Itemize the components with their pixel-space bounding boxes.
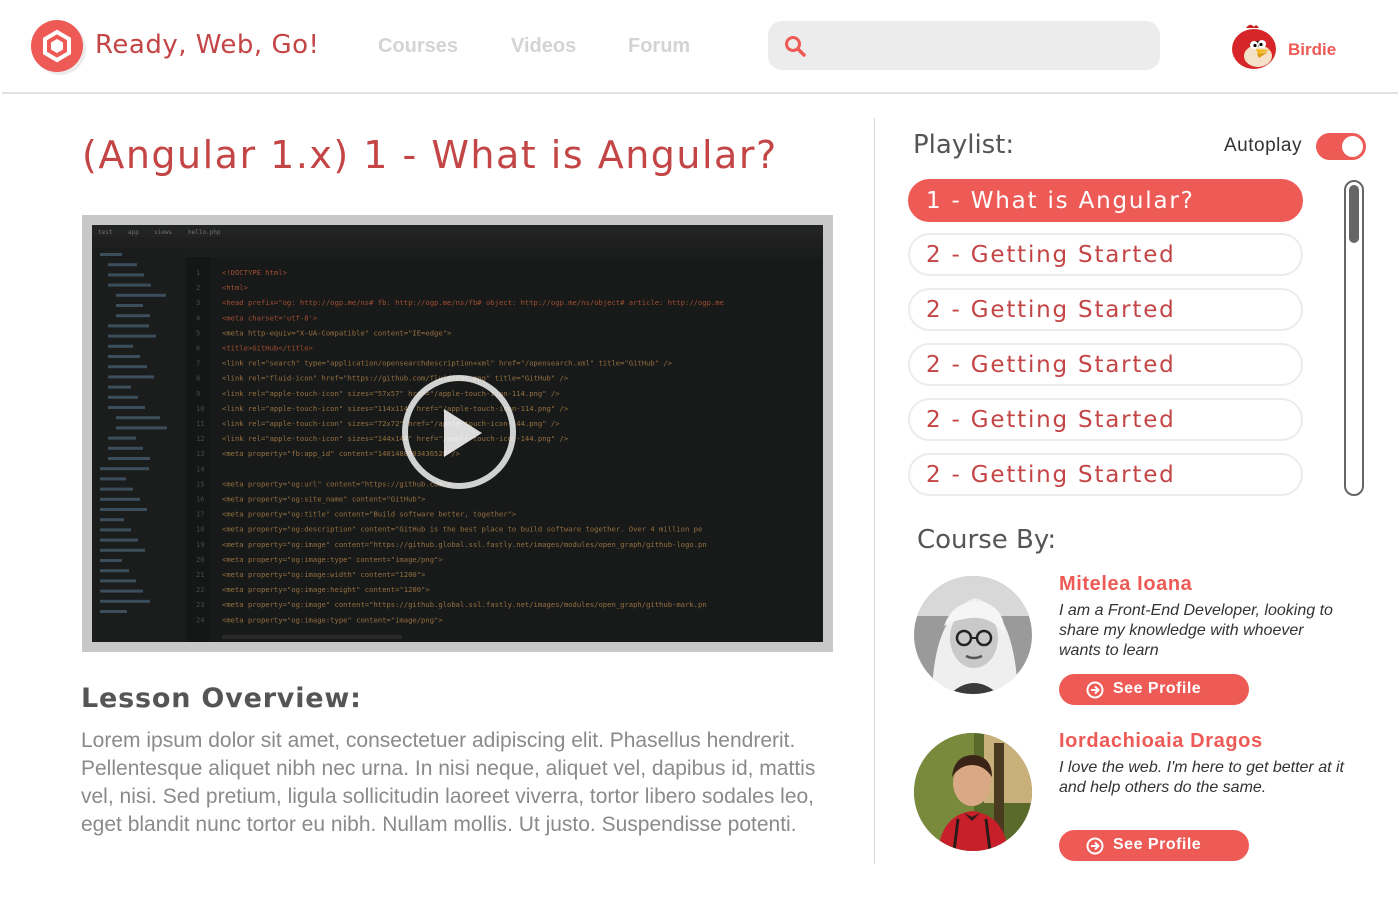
playlist-item[interactable]: 2 - Getting Started [908,453,1303,496]
author-name[interactable]: Mitelea Ioana [1059,573,1192,596]
author-name[interactable]: Iordachioaia Dragos [1059,730,1263,753]
playlist-item-label: 2 - Getting Started [926,242,1176,268]
see-profile-label: See Profile [1113,836,1202,853]
playlist-item[interactable]: 2 - Getting Started [908,343,1303,386]
playlist-item-label: 2 - Getting Started [926,297,1176,323]
playlist-item[interactable]: 2 - Getting Started [908,288,1303,331]
top-header: Ready, Web, Go! Courses Videos Forum Bir… [0,0,1400,94]
brand-name[interactable]: Ready, Web, Go! [95,30,319,60]
nav-courses[interactable]: Courses [378,35,458,58]
see-profile-button[interactable]: See Profile [1059,674,1249,705]
course-by-heading: Course By: [917,525,1057,555]
playlist-item-label: 2 - Getting Started [926,462,1176,488]
search-icon [785,36,806,57]
nav-videos[interactable]: Videos [511,35,576,58]
search-bar[interactable] [768,21,1160,70]
nav-forum[interactable]: Forum [628,35,690,58]
author-bio: I love the web. I'm here to get better a… [1059,759,1344,796]
username[interactable]: Birdie [1288,40,1336,60]
logo-icon[interactable] [31,20,83,72]
lesson-title: (Angular 1.x) 1 - What is Angular? [82,133,778,177]
playlist-item[interactable]: 2 - Getting Started [908,398,1303,441]
playlist-item-label: 1 - What is Angular? [926,188,1195,214]
author-photo[interactable] [914,733,1032,851]
toggle-knob [1342,136,1363,157]
arrow-circle-right-icon [1086,837,1104,855]
playlist-item[interactable]: 2 - Getting Started [908,233,1303,276]
lesson-overview-text: Lorem ipsum dolor sit amet, consectetuer… [81,729,816,836]
lesson-overview-heading: Lesson Overview: [81,683,362,714]
playlist-item-label: 2 - Getting Started [926,352,1176,378]
video-player[interactable]: test app views hello.php 1 2 3 4 5 6 7 8 9 10 11 12 13 1… [82,215,833,652]
scrollbar-thumb[interactable] [1349,185,1359,243]
author-photo[interactable] [914,576,1032,694]
user-avatar[interactable] [1228,22,1280,70]
see-profile-button[interactable]: See Profile [1059,830,1249,861]
author-bio: I am a Front-End Developer, looking to s… [1059,602,1333,659]
video-screen[interactable]: test app views hello.php 1 2 3 4 5 6 7 8 9 10 11 12 13 1… [92,225,823,642]
see-profile-label: See Profile [1113,680,1202,697]
playlist-item-active[interactable]: 1 - What is Angular? [908,179,1303,222]
autoplay-toggle[interactable] [1316,133,1366,160]
arrow-circle-right-icon [1086,681,1104,699]
playlist-item-label: 2 - Getting Started [926,407,1176,433]
play-icon [444,409,482,457]
header-divider [2,92,1398,94]
search-input[interactable] [820,29,1140,62]
autoplay-label: Autoplay [1224,135,1302,156]
playlist-scrollbar[interactable] [1344,180,1364,496]
play-button[interactable] [402,375,516,489]
playlist-heading: Playlist: [913,130,1015,160]
column-divider [874,118,875,864]
